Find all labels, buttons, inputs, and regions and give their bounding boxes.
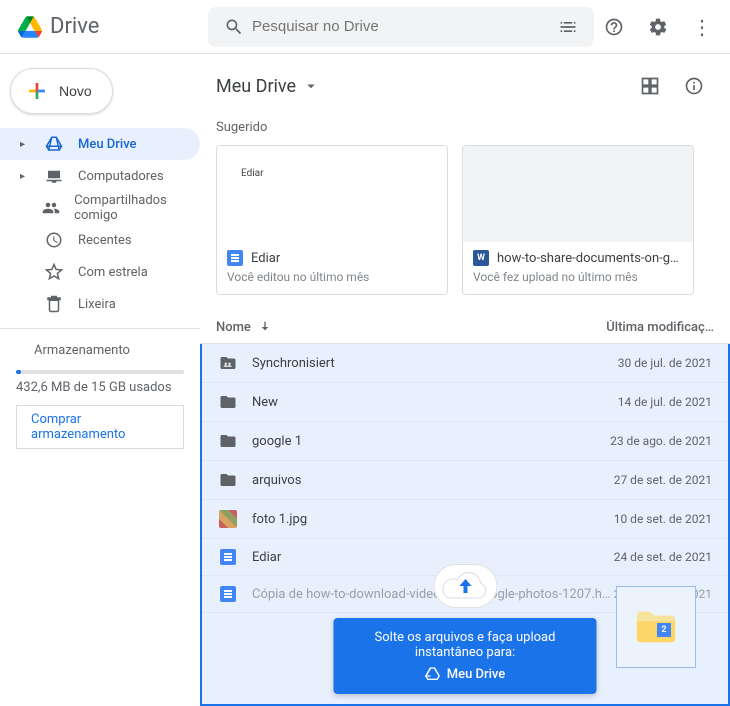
file-name: Synchronisiert — [252, 356, 618, 371]
arrow-down-icon — [257, 319, 273, 335]
file-list-dropzone[interactable]: Synchronisiert 30 de jul. de 2021 New 14… — [200, 344, 730, 706]
file-name: Ediar — [252, 550, 614, 565]
settings-icon[interactable] — [638, 7, 678, 47]
nav-label: Com estrela — [78, 265, 148, 280]
storage-bar — [16, 370, 184, 374]
folder-icon — [218, 393, 238, 411]
view-toggle-icon[interactable] — [630, 66, 670, 106]
search-icon[interactable] — [216, 9, 252, 45]
main-content: Meu Drive Sugerido Ediar Ediar Você edit… — [200, 54, 730, 706]
nav-label: Recentes — [78, 233, 132, 248]
drop-target-label: Meu Drive — [447, 667, 506, 682]
nav-label: Lixeira — [78, 297, 116, 312]
file-name: Cópia de how-to-download-video-from-goog… — [252, 587, 614, 602]
sidebar: Novo ▸ Meu Drive▸ Computadores Compartil… — [0, 54, 200, 706]
drop-banner: Solte os arquivos e faça upload instantâ… — [334, 618, 597, 694]
suggested-subtitle: Você fez upload no último mês — [473, 270, 683, 284]
file-date: 14 de jul. de 2021 — [618, 395, 712, 409]
new-button[interactable]: Novo — [10, 68, 113, 114]
file-date: 23 de ago. de 2021 — [610, 434, 712, 448]
file-name: google 1 — [252, 434, 610, 449]
new-button-label: Novo — [59, 83, 92, 99]
drag-count-badge: 2 — [657, 623, 671, 637]
gdoc-icon — [218, 586, 238, 602]
sidebar-item-computadores[interactable]: ▸ Computadores — [0, 160, 200, 192]
file-date: 24 de set. de 2021 — [614, 587, 712, 601]
app-name: Drive — [50, 14, 99, 39]
file-row[interactable]: Synchronisiert 30 de jul. de 2021 — [202, 344, 728, 383]
storage-label: Armazenamento — [34, 343, 130, 358]
file-row[interactable]: foto 1.jpg 10 de set. de 2021 — [202, 500, 728, 539]
logo-area[interactable]: Drive — [8, 14, 208, 39]
chevron-down-icon — [302, 77, 320, 95]
file-date: 30 de jul. de 2021 — [618, 356, 712, 370]
info-icon[interactable] — [674, 66, 714, 106]
sidebar-item-storage[interactable]: Armazenamento — [16, 339, 184, 362]
suggested-card[interactable]: how-to-share-documents-on-google-… Você … — [462, 145, 694, 295]
drive-logo-icon — [18, 16, 42, 38]
file-date: 24 de set. de 2021 — [614, 550, 712, 564]
breadcrumb[interactable]: Meu Drive — [216, 76, 320, 97]
file-row[interactable]: arquivos 27 de set. de 2021 — [202, 461, 728, 500]
suggested-thumb — [463, 146, 693, 242]
nav-label: Meu Drive — [78, 137, 137, 152]
gdoc-icon — [227, 250, 243, 266]
folder-icon — [218, 432, 238, 450]
nav-icon — [44, 135, 64, 153]
word-icon — [473, 250, 489, 266]
drive-small-icon — [425, 666, 441, 682]
file-date: 27 de set. de 2021 — [614, 473, 712, 487]
file-row[interactable]: google 1 23 de ago. de 2021 — [202, 422, 728, 461]
plus-icon — [25, 79, 49, 103]
expand-icon[interactable]: ▸ — [20, 139, 30, 150]
shared-folder-icon — [218, 354, 238, 372]
nav-label: Compartilhados comigo — [74, 193, 188, 223]
gdoc-icon — [218, 549, 238, 565]
buy-storage-button[interactable]: Comprar armazenamento — [16, 405, 184, 449]
suggested-subtitle: Você editou no último mês — [227, 270, 437, 284]
file-name: foto 1.jpg — [252, 512, 614, 527]
folder-icon — [218, 471, 238, 489]
search-options-icon[interactable] — [550, 9, 586, 45]
sidebar-item-com-estrela[interactable]: Com estrela — [0, 256, 200, 288]
more-icon[interactable]: ⋮ — [682, 7, 722, 47]
storage-used-text: 432,6 MB de 15 GB usados — [16, 380, 184, 395]
file-name: New — [252, 395, 618, 410]
file-row[interactable]: New 14 de jul. de 2021 — [202, 383, 728, 422]
search-input[interactable] — [252, 18, 550, 35]
help-icon[interactable] — [594, 7, 634, 47]
image-icon — [218, 510, 238, 528]
nav-label: Computadores — [78, 169, 164, 184]
search-bar[interactable] — [208, 7, 594, 47]
nav-icon — [44, 231, 64, 249]
drop-banner-text: Solte os arquivos e faça upload instantâ… — [360, 630, 571, 660]
breadcrumb-label: Meu Drive — [216, 76, 296, 97]
suggested-card[interactable]: Ediar Ediar Você editou no último mês — [216, 145, 448, 295]
suggested-thumb: Ediar — [217, 146, 447, 242]
nav-icon — [44, 295, 64, 313]
column-name[interactable]: Nome — [216, 319, 273, 335]
file-date: 10 de set. de 2021 — [614, 512, 712, 526]
file-row[interactable]: Cópia de how-to-download-video-from-goog… — [202, 576, 728, 613]
suggested-title: Ediar — [251, 251, 280, 266]
sidebar-item-lixeira[interactable]: Lixeira — [0, 288, 200, 320]
suggested-heading: Sugerido — [200, 116, 730, 145]
nav-icon — [42, 199, 60, 217]
sidebar-item-meu-drive[interactable]: ▸ Meu Drive — [0, 128, 200, 160]
nav-icon — [44, 263, 64, 281]
file-name: arquivos — [252, 473, 614, 488]
suggested-title: how-to-share-documents-on-google-… — [497, 251, 683, 266]
list-header: Nome Última modificaç… — [200, 313, 730, 344]
nav-icon — [44, 167, 64, 185]
expand-icon[interactable]: ▸ — [20, 171, 30, 182]
sidebar-item-compartilhados-comigo[interactable]: Compartilhados comigo — [0, 192, 200, 224]
sidebar-item-recentes[interactable]: Recentes — [0, 224, 200, 256]
column-modified[interactable]: Última modificaç… — [606, 320, 714, 335]
file-row[interactable]: Ediar 24 de set. de 2021 — [202, 539, 728, 576]
